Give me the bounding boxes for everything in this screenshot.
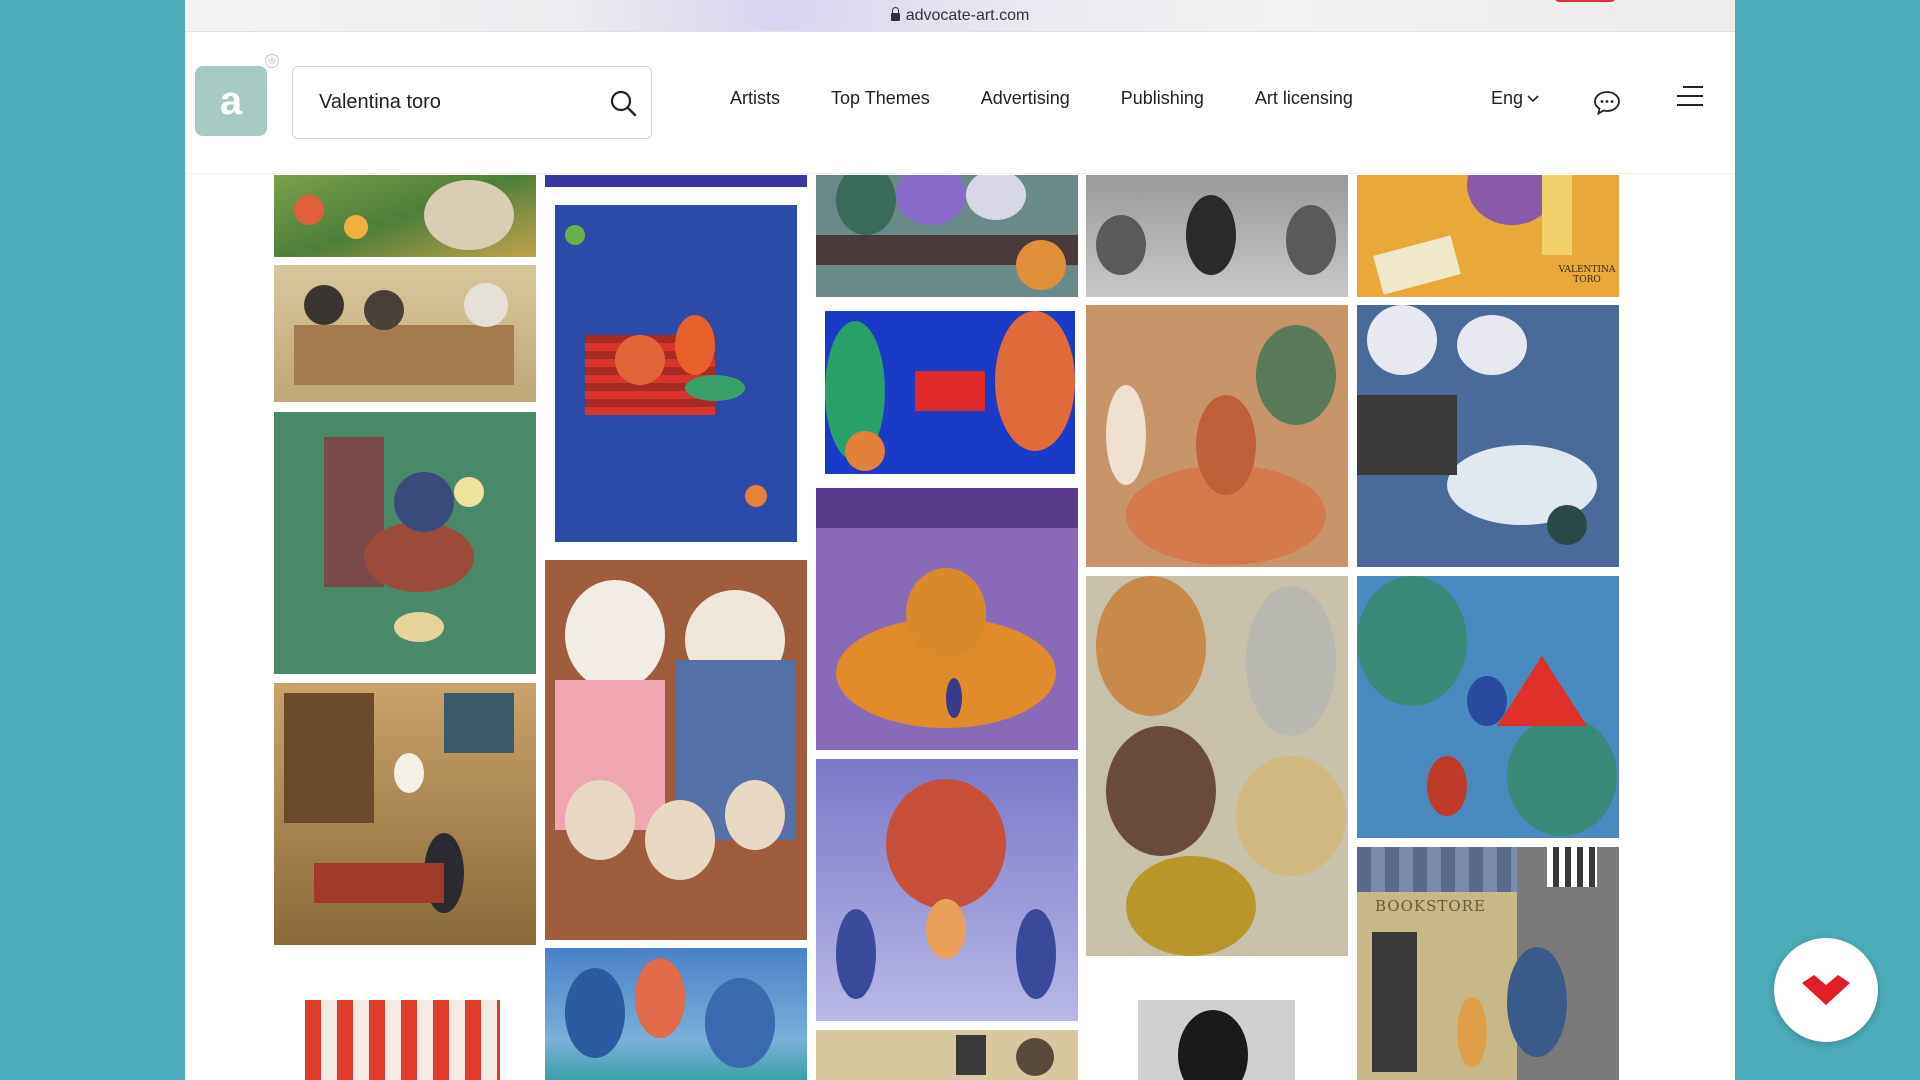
artwork-tile[interactable] <box>816 1030 1078 1080</box>
artwork-gallery: VALENTINA TORO BOOKSTORE <box>185 175 1735 1080</box>
url-text: advocate-art.com <box>905 6 1030 24</box>
artwork-tile[interactable] <box>545 175 807 187</box>
chevron-down-icon <box>1527 94 1539 102</box>
artwork-tile[interactable] <box>1357 576 1619 838</box>
artwork-tile[interactable] <box>274 683 536 945</box>
main-nav: Artists Top Themes Advertising Publishin… <box>730 88 1404 109</box>
browser-page: advocate-art.com a ® Artists Top Themes … <box>185 0 1735 1080</box>
artwork-tile[interactable] <box>825 311 1075 474</box>
nav-publishing[interactable]: Publishing <box>1121 88 1204 109</box>
artwork-tile[interactable] <box>545 948 807 1080</box>
artwork-tile[interactable] <box>305 1000 500 1080</box>
search-box[interactable] <box>292 66 652 139</box>
artwork-tile[interactable] <box>555 205 797 542</box>
artwork-tile[interactable] <box>274 265 536 402</box>
logo-letter: a <box>219 78 243 123</box>
lock-icon <box>890 7 900 21</box>
browser-url-bar[interactable]: advocate-art.com <box>185 0 1735 32</box>
artist-signature: VALENTINA TORO <box>1558 265 1616 285</box>
artwork-tile[interactable] <box>1086 175 1348 297</box>
floating-badge[interactable] <box>1774 938 1878 1042</box>
artwork-tile[interactable]: BOOKSTORE <box>1357 847 1619 1080</box>
nav-artists[interactable]: Artists <box>730 88 780 109</box>
artwork-tile[interactable] <box>816 175 1078 297</box>
artwork-tile[interactable] <box>1138 1000 1295 1080</box>
artwork-tile[interactable] <box>1357 305 1619 567</box>
domestika-logo-icon <box>1802 975 1850 1005</box>
artwork-tile[interactable] <box>816 759 1078 1021</box>
artwork-tile[interactable] <box>274 412 536 674</box>
artwork-tile[interactable] <box>816 488 1078 750</box>
site-header: a ® Artists Top Themes Advertising Publi… <box>185 32 1735 174</box>
nav-advertising[interactable]: Advertising <box>981 88 1070 109</box>
language-selector[interactable]: Eng <box>1491 88 1539 109</box>
artwork-tile[interactable]: VALENTINA TORO <box>1357 175 1619 297</box>
artwork-tile[interactable] <box>274 175 536 257</box>
hamburger-menu-icon[interactable] <box>1677 86 1703 108</box>
site-logo[interactable]: a <box>195 66 267 136</box>
bookstore-sign: BOOKSTORE <box>1375 897 1486 915</box>
search-input[interactable] <box>319 91 589 114</box>
browser-indicator <box>1555 0 1615 2</box>
chat-bubble-icon[interactable] <box>1593 90 1621 116</box>
registered-mark: ® <box>265 54 279 68</box>
nav-top-themes[interactable]: Top Themes <box>831 88 930 109</box>
search-icon[interactable] <box>609 89 637 117</box>
language-label: Eng <box>1491 88 1524 108</box>
artwork-tile[interactable] <box>545 560 807 940</box>
artwork-tile[interactable] <box>1086 576 1348 956</box>
nav-art-licensing[interactable]: Art licensing <box>1255 88 1353 109</box>
artwork-tile[interactable] <box>1086 305 1348 567</box>
